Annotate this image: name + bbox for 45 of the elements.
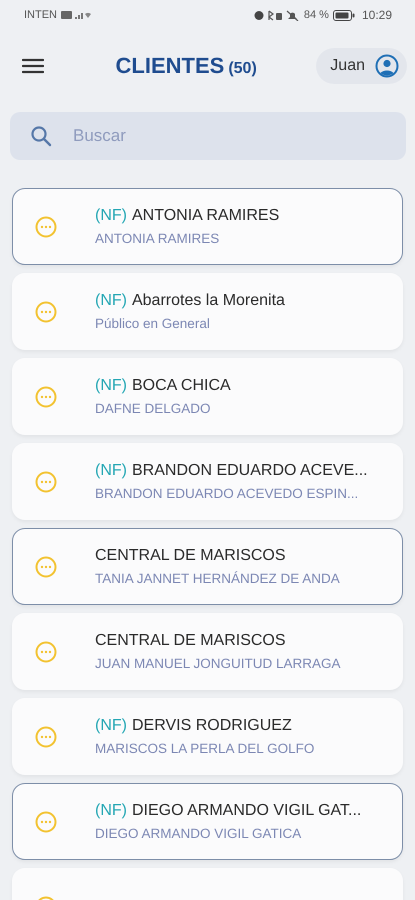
- contact-name: DIEGO ARMANDO VIGIL GATICA: [95, 826, 302, 841]
- client-name: (NF) BOCA CHICA: [95, 377, 231, 395]
- client-card[interactable]: CENTRAL DE MARISCOS TANIA JANNET HERNÁNDEZ DE ANDA: [12, 528, 403, 605]
- more-options-icon[interactable]: [35, 216, 57, 238]
- contact-name: JUAN MANUEL JONGUITUD LARRAGA: [95, 656, 341, 671]
- client-name: CENTRAL DE MARISCOS: [95, 632, 287, 650]
- more-options-icon[interactable]: [35, 640, 57, 662]
- client-name: (NF) ANTONIA RAMIRES: [95, 207, 280, 225]
- client-name: (NF) BRANDON EDUARDO ACEVE...: [95, 462, 368, 480]
- client-card[interactable]: (NF) DERVIS RODRIGUEZ MARISCOS LA PERLA DEL GOLFO: [12, 698, 403, 775]
- contact-name: BRANDON EDUARDO ACEVEDO ESPIN...: [95, 486, 360, 501]
- contact-name: ANTONIA RAMIRES: [95, 231, 220, 246]
- search-icon: [30, 125, 52, 147]
- more-options-icon[interactable]: [35, 300, 57, 322]
- contact-name: MARISCOS LA PERLA DEL GOLFO: [95, 741, 314, 756]
- more-options-icon[interactable]: [35, 386, 57, 408]
- carrier-name: INTEN: [24, 9, 57, 21]
- client-card[interactable]: (NF) BOCA CHICA DAFNE DELGADO: [12, 358, 403, 435]
- battery-level: 84 %: [304, 9, 329, 21]
- status-icons: [254, 10, 300, 20]
- more-options-icon[interactable]: [35, 726, 57, 748]
- more-options-icon[interactable]: [35, 470, 57, 492]
- menu-icon[interactable]: [22, 58, 44, 74]
- signal-icon: [61, 10, 91, 20]
- more-options-icon[interactable]: [35, 556, 57, 578]
- client-name: CENTRAL DE MARISCOS: [95, 547, 287, 565]
- client-card[interactable]: (NF) BRANDON EDUARDO ACEVE... BRANDON EDUARDO ACEVEDO ESPIN...: [12, 443, 403, 520]
- clock: 10:29: [362, 8, 392, 22]
- client-name: (NF) Abarrotes la Morenita: [95, 292, 285, 310]
- more-options-icon[interactable]: [35, 810, 57, 832]
- client-count: (50): [228, 60, 257, 77]
- contact-name: Público en General: [95, 316, 211, 331]
- client-card[interactable]: (NF) ANTONIA RAMIRES ANTONIA RAMIRES: [12, 188, 403, 265]
- account-icon: [375, 54, 399, 78]
- battery-icon: [332, 10, 355, 20]
- page-title: CLIENTES: [116, 53, 224, 78]
- contact-name: TANIA JANNET HERNÁNDEZ DE ANDA: [95, 571, 340, 586]
- contact-name: DAFNE DELGADO: [95, 401, 212, 416]
- client-name: (NF) DIEGO ARMANDO VIGIL GAT...: [95, 802, 362, 820]
- search-field[interactable]: Buscar: [10, 112, 406, 160]
- client-card[interactable]: CENTRAL DE MARISCOS JUAN MANUEL JONGUITUD LARRAGA: [12, 613, 403, 690]
- client-card[interactable]: (NF) DIEGO ARMANDO VIGIL GAT... DIEGO ARMANDO VIGIL GATICA: [12, 783, 403, 860]
- client-name: (NF) DERVIS RODRIGUEZ: [95, 717, 293, 735]
- client-card[interactable]: (NF) Abarrotes la Morenita Público en General: [12, 273, 403, 350]
- user-button[interactable]: Juan: [316, 48, 407, 84]
